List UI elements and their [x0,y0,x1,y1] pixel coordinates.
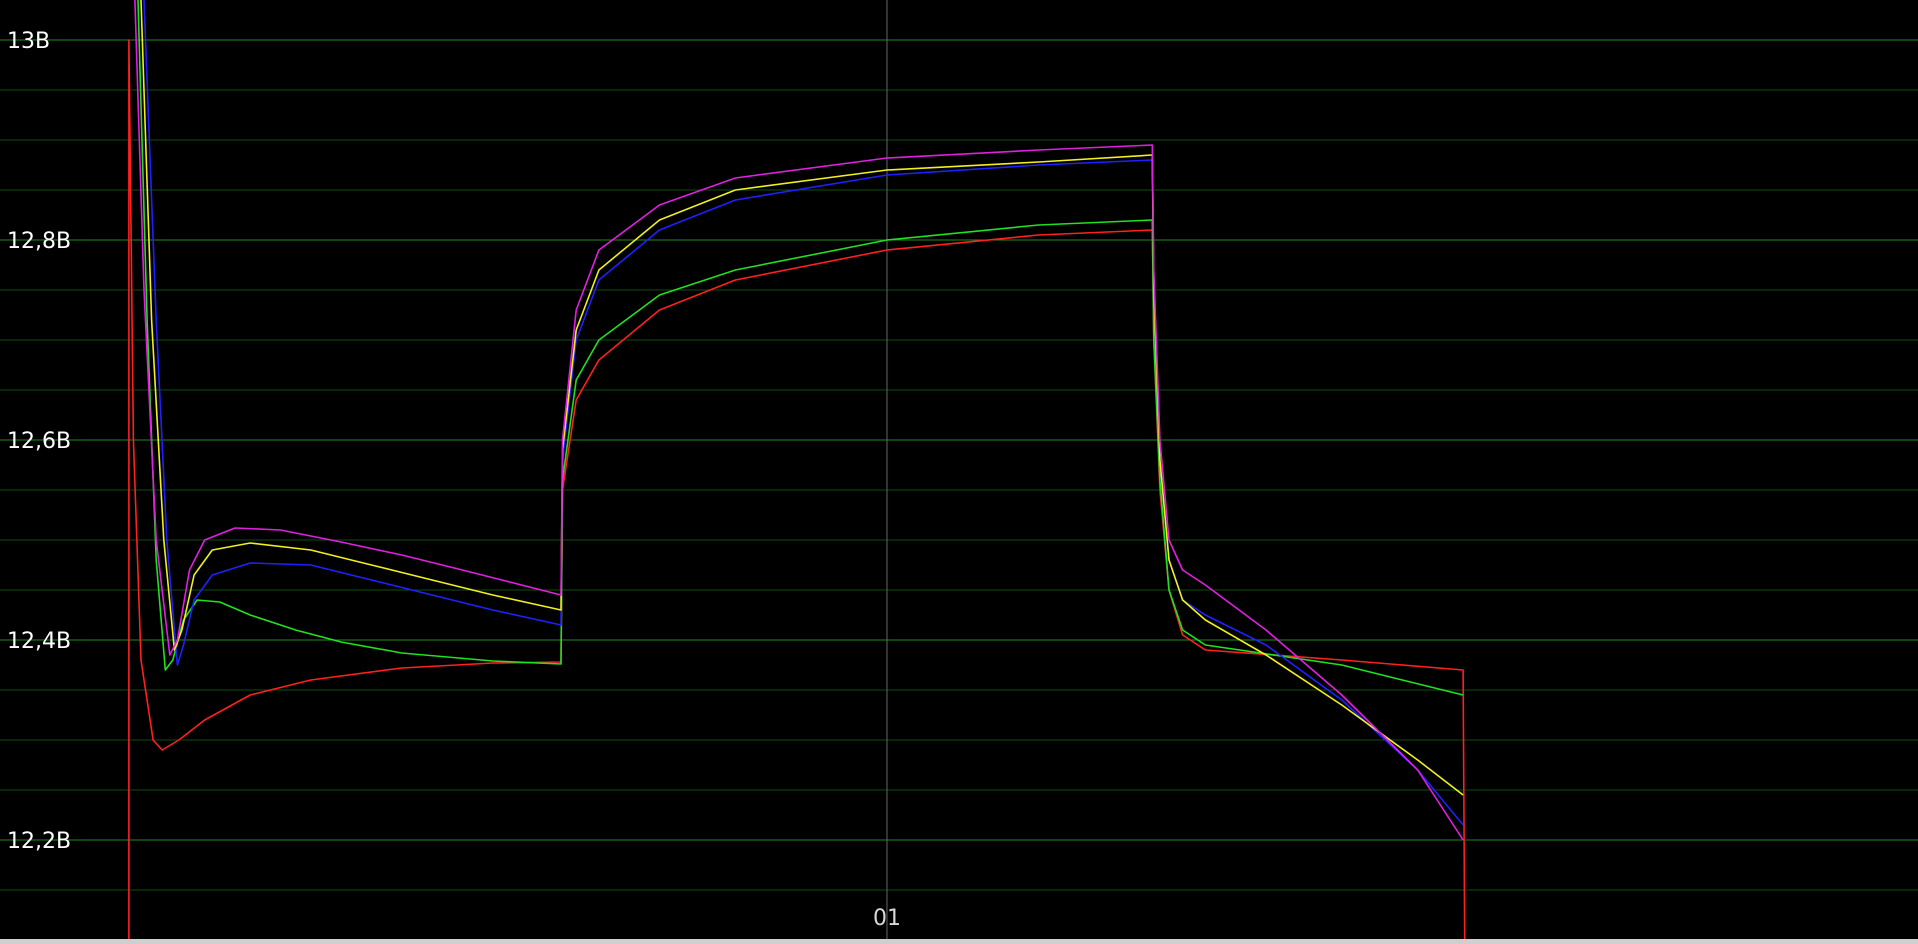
y-tick-label-2: 12,6В [7,429,71,454]
voltage-chart: 13В 12,8В 12,6В 12,4В 12,2В 01 [0,0,1918,944]
y-tick-label-4: 12,2В [7,829,71,854]
y-tick-label-3: 12,4В [7,629,71,654]
x-marker-label-0: 01 [873,906,901,931]
plot-background [0,0,1918,944]
y-tick-label-0: 13В [7,29,50,54]
x-marker-labels: 01 [873,906,901,931]
y-tick-label-1: 12,8В [7,229,71,254]
bottom-scrollbar[interactable] [0,939,1918,944]
